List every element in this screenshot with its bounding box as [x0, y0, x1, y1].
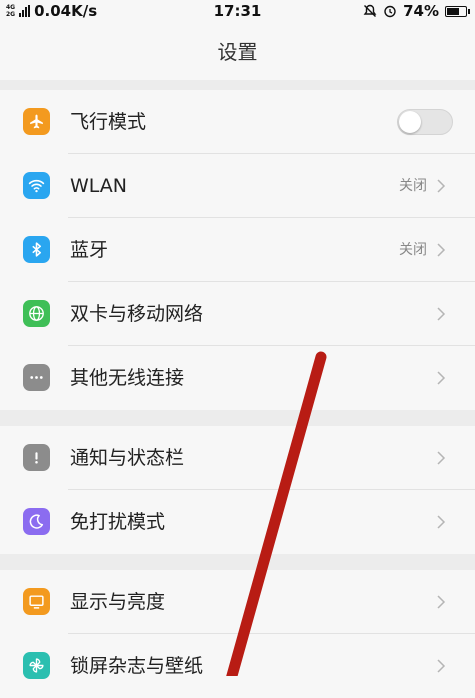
setting-do-not-disturb[interactable]: 免打扰模式	[0, 490, 475, 554]
section-divider	[0, 554, 475, 570]
alarm-clock-icon	[384, 5, 396, 18]
setting-label: 其他无线连接	[70, 367, 185, 389]
setting-bluetooth[interactable]: 蓝牙 关闭	[0, 218, 475, 282]
airplane-icon	[23, 108, 50, 135]
setting-label: 免打扰模式	[70, 511, 166, 533]
mute-bell-icon	[363, 4, 377, 17]
setting-dual-sim-network[interactable]: 双卡与移动网络	[0, 282, 475, 346]
status-bar: 4G 2G 0.04K/s 17:31 74%	[0, 0, 475, 24]
setting-label: WLAN	[70, 175, 128, 197]
battery-icon	[445, 5, 470, 17]
pinwheel-icon	[23, 652, 50, 679]
chevron-right-icon	[437, 515, 446, 529]
chevron-right-icon	[437, 243, 446, 257]
moon-icon	[23, 508, 50, 535]
chevron-right-icon	[437, 451, 446, 465]
section-divider	[0, 410, 475, 426]
setting-notifications-statusbar[interactable]: 通知与状态栏	[0, 426, 475, 490]
setting-label: 蓝牙	[70, 239, 109, 261]
setting-label: 锁屏杂志与壁纸	[70, 655, 204, 677]
settings-group-notifications: 通知与状态栏 免打扰模式	[0, 426, 475, 554]
exclamation-icon	[23, 444, 50, 471]
settings-group-display: 显示与亮度 锁屏杂志与壁纸	[0, 570, 475, 698]
airplane-mode-toggle[interactable]	[397, 109, 453, 135]
setting-display-brightness[interactable]: 显示与亮度	[0, 570, 475, 634]
setting-label: 通知与状态栏	[70, 447, 185, 469]
settings-group-connectivity: 飞行模式 WLAN 关闭 蓝牙 关闭 双卡与移动网络 其他无线连接	[0, 90, 475, 410]
bluetooth-icon	[23, 236, 50, 263]
toggle-knob	[399, 111, 421, 133]
setting-label: 双卡与移动网络	[70, 303, 204, 325]
more-dots-icon	[23, 364, 50, 391]
section-divider	[0, 80, 475, 90]
page-title: 设置	[0, 24, 475, 80]
setting-wlan[interactable]: WLAN 关闭	[0, 154, 475, 218]
wifi-icon	[23, 172, 50, 199]
setting-lockscreen-wallpaper[interactable]: 锁屏杂志与壁纸	[0, 634, 475, 698]
chevron-right-icon	[437, 179, 446, 193]
chevron-right-icon	[437, 307, 446, 321]
chevron-right-icon	[437, 371, 446, 385]
setting-airplane-mode[interactable]: 飞行模式	[0, 90, 475, 154]
monitor-icon	[23, 588, 50, 615]
globe-icon	[23, 300, 50, 327]
chevron-right-icon	[437, 595, 446, 609]
setting-label: 显示与亮度	[70, 591, 166, 613]
chevron-right-icon	[437, 659, 446, 673]
setting-label: 飞行模式	[70, 111, 147, 133]
setting-other-wireless[interactable]: 其他无线连接	[0, 346, 475, 410]
setting-value: 关闭	[399, 178, 427, 194]
battery-percent: 74%	[403, 2, 439, 20]
status-right: 74%	[363, 2, 470, 20]
setting-value: 关闭	[399, 242, 427, 258]
